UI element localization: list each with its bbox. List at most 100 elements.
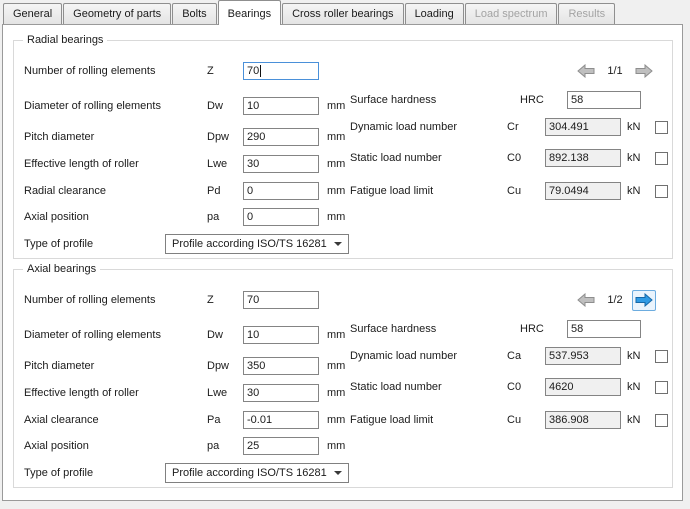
axial-pitch-diameter-input[interactable]: 350	[243, 357, 319, 375]
field-label: Diameter of rolling elements	[24, 97, 161, 115]
radial-dynamic-load-number-field: 304.491	[545, 118, 621, 136]
tab-loading[interactable]: Loading	[405, 3, 464, 24]
chevron-down-icon	[334, 242, 342, 246]
symbol-label: Cu	[507, 182, 521, 200]
axial-next-page-button[interactable]	[632, 290, 656, 311]
field-label: Static load number	[350, 378, 442, 396]
radial-pager: 1/1	[574, 60, 656, 82]
field-label: Surface hardness	[350, 320, 436, 338]
unit-label: mm	[327, 411, 345, 429]
group-title: Axial bearings	[23, 262, 100, 276]
field-label: Pitch diameter	[24, 357, 94, 375]
tab-bearings[interactable]: Bearings	[218, 0, 281, 25]
field-label: Number of rolling elements	[24, 62, 155, 80]
field-label: Axial position	[24, 208, 89, 226]
unit-label: kN	[627, 118, 640, 136]
axial-type-of-profile-select[interactable]: Profile according ISO/TS 16281	[165, 463, 349, 483]
radial-effective-length-of-roller-input[interactable]: 30	[243, 155, 319, 173]
symbol-label: HRC	[520, 320, 544, 338]
axial-fatigue-load-limit-checkbox[interactable]	[655, 414, 668, 427]
radial-clearance-input[interactable]: 0	[243, 182, 319, 200]
unit-label: mm	[327, 357, 345, 375]
axial-static-load-number-checkbox[interactable]	[655, 381, 668, 394]
radial-fatigue-load-limit-field: 79.0494	[545, 182, 621, 200]
axial-clearance-input[interactable]: -0.01	[243, 411, 319, 429]
field-label: Fatigue load limit	[350, 411, 433, 429]
radial-dynamic-load-number-checkbox[interactable]	[655, 121, 668, 134]
field-label: Effective length of roller	[24, 384, 139, 402]
tab-load-spectrum: Load spectrum	[465, 3, 558, 24]
tab-cross-roller-bearings[interactable]: Cross roller bearings	[282, 3, 403, 24]
unit-label: mm	[327, 437, 345, 455]
axial-surface-hardness-input[interactable]: 58	[567, 320, 641, 338]
field-label: Diameter of rolling elements	[24, 326, 161, 344]
axial-prev-page-button	[574, 290, 598, 311]
unit-label: mm	[327, 182, 345, 200]
symbol-label: Cr	[507, 118, 519, 136]
unit-label: mm	[327, 97, 345, 115]
text-caret	[260, 65, 261, 77]
symbol-label: C0	[507, 149, 521, 167]
field-label: Number of rolling elements	[24, 291, 155, 309]
symbol-label: Dpw	[207, 357, 229, 375]
radial-static-load-number-checkbox[interactable]	[655, 152, 668, 165]
axial-dynamic-load-number-checkbox[interactable]	[655, 350, 668, 363]
axial-bearings-group: Axial bearings 1/2 Number of rolling ele…	[13, 269, 673, 488]
symbol-label: Ca	[507, 347, 521, 365]
group-title: Radial bearings	[23, 33, 107, 47]
tab-content-panel: Radial bearings 1/1 Number of rolling el…	[2, 24, 683, 501]
symbol-label: pa	[207, 437, 219, 455]
radial-fatigue-load-limit-checkbox[interactable]	[655, 185, 668, 198]
tab-bolts[interactable]: Bolts	[172, 3, 216, 24]
radial-type-of-profile-select[interactable]: Profile according ISO/TS 16281	[165, 234, 349, 254]
tab-results: Results	[558, 3, 615, 24]
radial-surface-hardness-input[interactable]: 58	[567, 91, 641, 109]
field-label: Type of profile	[24, 235, 93, 253]
symbol-label: Dpw	[207, 128, 229, 146]
field-label: Radial clearance	[24, 182, 106, 200]
unit-label: mm	[327, 326, 345, 344]
unit-label: kN	[627, 411, 640, 429]
field-label: Axial position	[24, 437, 89, 455]
arrow-right-icon	[635, 64, 653, 78]
symbol-label: C0	[507, 378, 521, 396]
unit-label: mm	[327, 128, 345, 146]
arrow-left-icon	[577, 64, 595, 78]
field-label: Dynamic load number	[350, 118, 457, 136]
axial-effective-length-of-roller-input[interactable]: 30	[243, 384, 319, 402]
tab-bar: General Geometry of parts Bolts Bearings…	[3, 1, 616, 24]
unit-label: mm	[327, 384, 345, 402]
tab-geometry-of-parts[interactable]: Geometry of parts	[63, 3, 171, 24]
unit-label: kN	[627, 347, 640, 365]
radial-number-of-rolling-elements-input[interactable]: 70	[243, 62, 319, 80]
symbol-label: Pd	[207, 182, 220, 200]
radial-next-page-button	[632, 61, 656, 82]
arrow-left-icon	[577, 293, 595, 307]
arrow-right-icon	[635, 293, 653, 307]
axial-static-load-number-field: 4620	[545, 378, 621, 396]
symbol-label: Cu	[507, 411, 521, 429]
axial-position-input[interactable]: 25	[243, 437, 319, 455]
unit-label: kN	[627, 149, 640, 167]
axial-diameter-of-rolling-elements-input[interactable]: 10	[243, 326, 319, 344]
radial-pitch-diameter-input[interactable]: 290	[243, 128, 319, 146]
radial-diameter-of-rolling-elements-input[interactable]: 10	[243, 97, 319, 115]
axial-number-of-rolling-elements-input[interactable]: 70	[243, 291, 319, 309]
tab-general[interactable]: General	[3, 3, 62, 24]
field-label: Surface hardness	[350, 91, 436, 109]
symbol-label: pa	[207, 208, 219, 226]
symbol-label: Dw	[207, 97, 223, 115]
radial-axial-position-input[interactable]: 0	[243, 208, 319, 226]
radial-page-indicator: 1/1	[604, 65, 626, 77]
unit-label: mm	[327, 155, 345, 173]
symbol-label: HRC	[520, 91, 544, 109]
radial-prev-page-button	[574, 61, 598, 82]
symbol-label: Lwe	[207, 384, 227, 402]
field-label: Fatigue load limit	[350, 182, 433, 200]
symbol-label: Z	[207, 291, 214, 309]
symbol-label: Lwe	[207, 155, 227, 173]
field-label: Axial clearance	[24, 411, 99, 429]
axial-pager: 1/2	[574, 289, 656, 311]
radial-bearings-group: Radial bearings 1/1 Number of rolling el…	[13, 40, 673, 259]
symbol-label: Pa	[207, 411, 220, 429]
